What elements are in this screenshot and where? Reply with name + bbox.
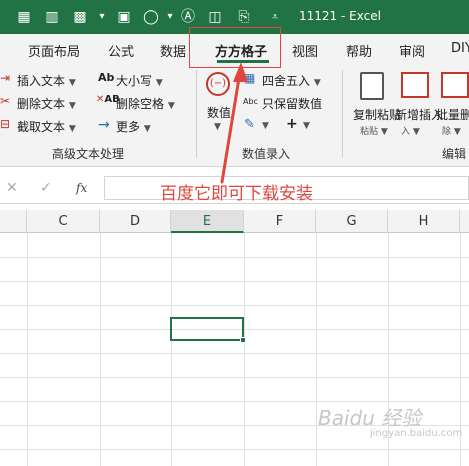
window-title: 11121 - Excel [299,9,381,23]
selected-cell[interactable] [170,317,244,341]
column-header-h[interactable]: H [388,210,460,233]
keep-number-button[interactable]: 只保留数值 [262,95,322,112]
grid-line [244,233,245,466]
column-header-left[interactable] [0,210,27,233]
batch-insert-icon [401,72,429,98]
annotation-arrow-icon [220,62,248,184]
excel-window: ▦ ▥ ▩ ▾ ▣ ◯ ▾ Ⓐ ◫ ⎘ ⩡ 11121 - Excel 页面布局… [0,0,469,466]
column-header-g[interactable]: G [316,210,388,233]
chevron-down-icon[interactable]: ▼ [303,121,310,131]
chevron-down-icon[interactable]: 粘贴 ▼ [360,124,388,137]
clipboard-icon[interactable]: ⎘ [235,8,253,26]
annotation-text: 百度它即可下载安装 [160,184,313,204]
grid-line [0,281,469,282]
chevron-down-icon: ▼ [143,124,151,134]
tab-review[interactable]: 审阅 [399,41,425,60]
column-header-c[interactable]: C [27,210,100,233]
tab-formulas[interactable]: 公式 [108,41,134,60]
confirm-icon[interactable]: ✓ [40,180,52,196]
column-header-d[interactable]: D [100,210,171,233]
grid-line [27,233,28,466]
more-button[interactable]: 更多 ▼ [116,118,151,135]
delete-text-label: 删除文本 [17,97,66,111]
tab-data[interactable]: 数据 [160,41,186,60]
baidu-watermark-url: jingyan.baidu.com [370,428,463,439]
edit-group-label: 编辑 [442,147,467,161]
batch-delete-button[interactable]: 批量删除 [436,106,469,123]
plus-icon[interactable]: + [286,116,298,132]
chevron-down-icon[interactable]: ▼ [262,121,269,131]
chevron-down-icon: ▼ [68,101,76,111]
qat-grid-icon[interactable]: ▩ [71,8,89,26]
qat-dropdown-icon[interactable]: ▾ [93,8,111,26]
baidu-watermark: Baidu 经验 [318,406,422,430]
batch-delete-icon [441,72,469,98]
case-button[interactable]: 大小写 ▼ [116,72,163,89]
case-icon: Ab [98,71,115,84]
extract-text-icon: ⊟ [0,117,11,131]
group-separator [196,70,197,158]
insert-text-icon: ⇥ [0,71,11,85]
group-separator [342,70,343,158]
grid-line [100,233,101,466]
fill-handle[interactable] [240,337,246,343]
copy-paste-button[interactable]: 复制粘贴 [353,106,401,123]
customize-qat-icon[interactable]: ⩡ [266,8,284,26]
case-label: 大小写 [116,74,153,88]
extract-text-label: 截取文本 [17,120,66,134]
column-header-f[interactable]: F [244,210,316,233]
chevron-down-icon: ▼ [68,124,76,134]
column-header-e[interactable]: E [171,210,244,233]
insert-text-label: 插入文本 [17,74,66,88]
delete-spaces-button[interactable]: 删除空格 ▼ [116,95,175,112]
delete-spaces-label: 删除空格 [116,97,165,111]
delete-text-icon: ✂ [0,94,11,108]
screenshot-icon[interactable]: ▣ [115,8,133,26]
chevron-down-icon[interactable]: 除 ▼ [442,124,461,137]
column-header-right[interactable] [460,210,469,233]
more-label: 更多 [116,120,141,134]
chevron-down-icon: ▼ [155,78,163,88]
shapes-dropdown-icon[interactable]: ▾ [161,8,179,26]
data-validation-icon[interactable]: ◫ [206,8,224,26]
shapes-icon[interactable]: ◯ [142,8,160,26]
round-button[interactable]: 四舍五入 ▼ [262,72,321,89]
tab-page-layout[interactable]: 页面布局 [28,41,80,60]
copy-paste-icon [360,72,384,100]
text-icon[interactable]: Ⓐ [179,8,197,26]
grid-line [0,449,469,450]
extract-text-button[interactable]: 截取文本 ▼ [17,118,76,135]
text-group-label: 高级文本处理 [52,147,125,161]
round-label: 四舍五入 [262,74,311,88]
chevron-down-icon[interactable]: 入 ▼ [401,124,420,137]
more-arrow-icon: → [98,117,110,133]
tab-view[interactable]: 视图 [292,41,318,60]
chevron-down-icon: ▼ [313,78,321,88]
grid-line [0,353,469,354]
grid-line [316,233,317,466]
insert-text-button[interactable]: 插入文本 ▼ [17,72,76,89]
grid-line [171,233,172,466]
form-icon[interactable]: ▦ [15,8,33,26]
tab-help[interactable]: 帮助 [346,41,372,60]
delete-text-button[interactable]: 删除文本 ▼ [17,95,76,112]
cancel-icon[interactable]: ✕ [6,180,18,196]
chart-icon[interactable]: ▥ [43,8,61,26]
grid-line [0,305,469,306]
chevron-down-icon: ▼ [167,101,175,111]
chevron-down-icon: ▼ [68,78,76,88]
fx-icon[interactable]: fx [76,181,87,195]
grid-line [0,377,469,378]
tab-diy[interactable]: DIY [451,41,469,56]
grid-line [0,257,469,258]
